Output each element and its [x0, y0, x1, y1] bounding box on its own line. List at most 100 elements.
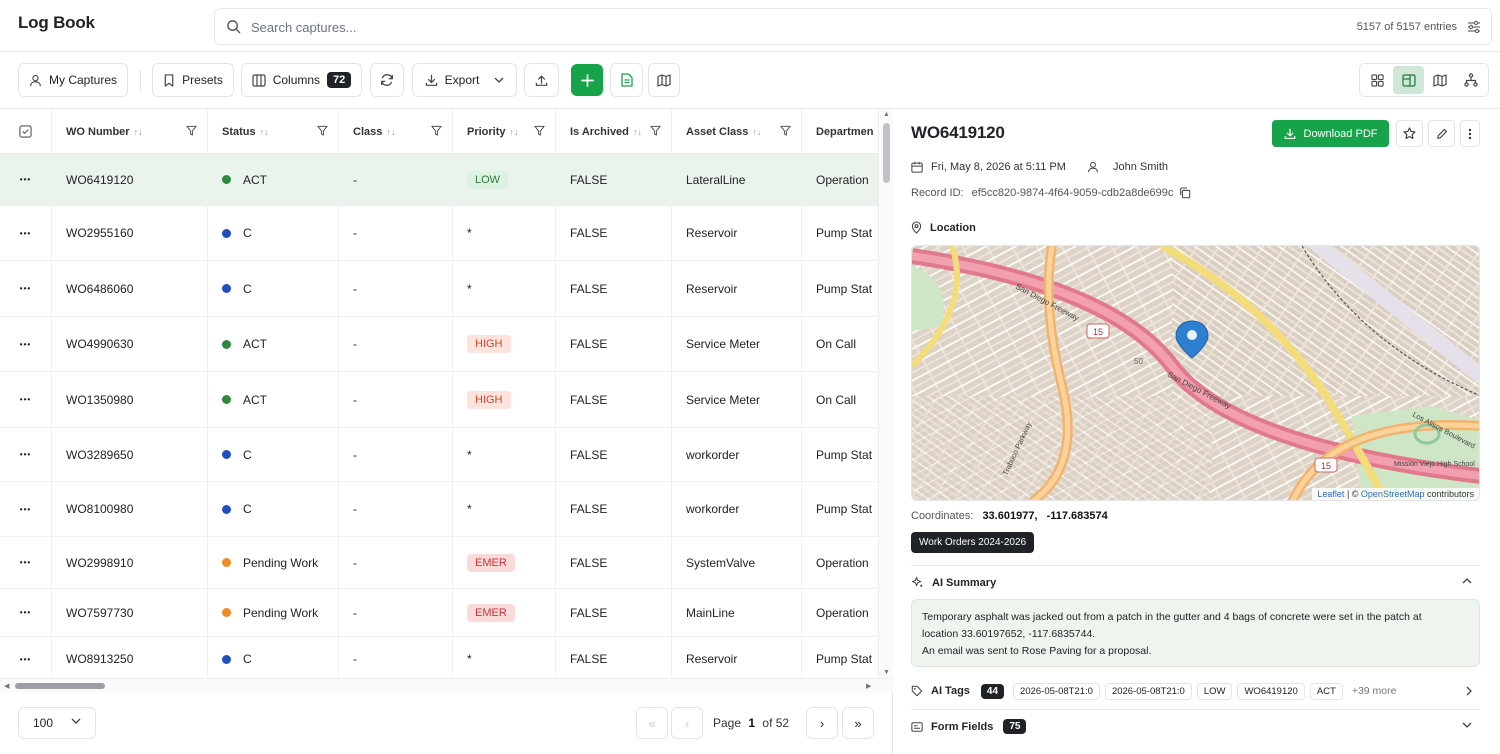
row-actions-button[interactable]: •••: [0, 589, 52, 636]
filter-settings-icon[interactable]: [1467, 20, 1481, 34]
refresh-button[interactable]: [370, 63, 404, 97]
chevron-up-icon[interactable]: [1462, 578, 1472, 584]
next-page-button[interactable]: ›: [806, 707, 838, 739]
page-size-select[interactable]: 100: [18, 707, 96, 739]
column-header-class[interactable]: Class ↑↓: [339, 109, 453, 154]
columns-button[interactable]: Columns 72: [241, 63, 362, 97]
scroll-up-arrow[interactable]: ▲: [883, 111, 890, 118]
horizontal-scrollbar[interactable]: ◀ ▶: [0, 678, 893, 692]
search-input[interactable]: [251, 16, 951, 38]
search-bar[interactable]: 5157 of 5157 entries: [214, 8, 1492, 45]
map-layout-button[interactable]: [1424, 66, 1455, 94]
sheet-view-button[interactable]: [610, 63, 643, 97]
status-dot-icon: [222, 608, 231, 617]
table-row[interactable]: ••• WO4990630 ACT - HIGH FALSE Service Meter On…: [0, 317, 878, 372]
form-fields-header[interactable]: Form Fields 75: [911, 719, 1480, 734]
cell-priority: *: [453, 206, 556, 260]
scroll-right-arrow[interactable]: ▶: [866, 682, 871, 690]
row-actions-button[interactable]: •••: [0, 637, 52, 678]
copy-icon[interactable]: [1179, 187, 1191, 199]
sort-icon[interactable]: ↑↓: [386, 127, 395, 137]
status-dot-icon: [222, 175, 231, 184]
sort-icon[interactable]: ↑↓: [752, 127, 761, 137]
filter-icon[interactable]: [534, 125, 545, 136]
leaflet-link[interactable]: Leaflet: [1317, 489, 1344, 499]
chevron-right-icon[interactable]: [1466, 686, 1472, 696]
table-row[interactable]: ••• WO6419120 ACT - LOW FALSE LateralLine Opera…: [0, 154, 878, 206]
table-row[interactable]: ••• WO1350980 ACT - HIGH FALSE Service Meter On…: [0, 372, 878, 428]
table-row[interactable]: ••• WO6486060 C - * FALSE Reservoir Pump Stat: [0, 261, 878, 317]
column-header-status[interactable]: Status ↑↓: [208, 109, 339, 154]
row-actions-button[interactable]: •••: [0, 482, 52, 536]
scroll-down-arrow[interactable]: ▼: [883, 669, 890, 676]
hierarchy-view-button[interactable]: [1455, 66, 1486, 94]
column-header-is-archived[interactable]: Is Archived ↑↓: [556, 109, 672, 154]
sort-icon[interactable]: ↑↓: [633, 127, 642, 137]
column-header-department[interactable]: Departmen: [802, 109, 878, 154]
map-view-button[interactable]: [648, 63, 680, 97]
table-row[interactable]: ••• WO7597730 Pending Work - EMER FALSE MainLi…: [0, 589, 878, 637]
record-user: John Smith: [1087, 161, 1168, 173]
chevron-down-icon[interactable]: [1462, 722, 1472, 728]
split-view-button[interactable]: [1393, 66, 1424, 94]
first-page-button[interactable]: «: [636, 707, 668, 739]
osm-link[interactable]: OpenStreetMap: [1361, 489, 1425, 499]
priority-badge: EMER: [467, 603, 515, 622]
table-row[interactable]: ••• WO3289650 C - * FALSE workorder Pump Stat: [0, 428, 878, 482]
my-captures-button[interactable]: My Captures: [18, 63, 128, 97]
ai-tags-row[interactable]: AI Tags 44 2026-05-08T21:0 2026-05-08T21…: [911, 682, 1480, 700]
grid-view-button[interactable]: [1362, 66, 1393, 94]
filter-icon[interactable]: [780, 125, 791, 136]
scroll-left-arrow[interactable]: ◀: [4, 682, 9, 690]
class-value: -: [353, 392, 357, 407]
row-actions-button[interactable]: •••: [0, 206, 52, 260]
table-row[interactable]: ••• WO8100980 C - * FALSE workorder Pump Stat: [0, 482, 878, 537]
location-map[interactable]: 15 15 50 San Diego Freeway San Diego Fre…: [911, 245, 1480, 501]
row-actions-button[interactable]: •••: [0, 537, 52, 588]
record-user-name: John Smith: [1113, 161, 1169, 173]
scroll-thumb[interactable]: [15, 683, 105, 689]
cell-asset-class: MainLine: [672, 589, 802, 636]
download-pdf-button[interactable]: Download PDF: [1272, 120, 1389, 147]
filter-icon[interactable]: [317, 125, 328, 136]
row-actions-button[interactable]: •••: [0, 372, 52, 427]
filter-icon[interactable]: [431, 125, 442, 136]
cell-wo-number: WO6486060: [52, 261, 208, 316]
ai-tags-more[interactable]: +39 more: [1352, 685, 1397, 697]
row-actions-button[interactable]: •••: [0, 428, 52, 481]
row-actions-button[interactable]: •••: [0, 261, 52, 316]
column-header-asset-class[interactable]: Asset Class ↑↓: [672, 109, 802, 154]
favorite-button[interactable]: [1396, 120, 1423, 147]
table-row[interactable]: ••• WO2955160 C - * FALSE Reservoir Pump Stat: [0, 206, 878, 261]
export-button[interactable]: Export: [412, 63, 517, 97]
last-page-button[interactable]: »: [842, 707, 874, 739]
filter-icon[interactable]: [650, 125, 661, 136]
column-header-wo-number[interactable]: WO Number ↑↓: [52, 109, 208, 154]
filter-icon[interactable]: [186, 125, 197, 136]
add-capture-button[interactable]: [571, 64, 603, 96]
cell-class: -: [339, 154, 453, 205]
row-actions-button[interactable]: •••: [0, 317, 52, 371]
column-label: Is Archived: [570, 125, 629, 138]
sort-icon[interactable]: ↑↓: [134, 127, 143, 137]
prev-page-button[interactable]: ‹: [671, 707, 703, 739]
row-actions-button[interactable]: •••: [0, 154, 52, 205]
archived-value: FALSE: [570, 502, 608, 516]
ai-summary-header[interactable]: AI Summary: [911, 576, 1480, 589]
sort-icon[interactable]: ↑↓: [260, 127, 269, 137]
scroll-thumb[interactable]: [883, 123, 890, 183]
sort-icon[interactable]: ↑↓: [510, 127, 519, 137]
upload-button[interactable]: [524, 63, 559, 97]
location-heading: Location: [911, 221, 976, 234]
more-options-button[interactable]: [1460, 120, 1480, 147]
table-row[interactable]: ••• WO2998910 Pending Work - EMER FALSE System…: [0, 537, 878, 589]
cell-department: Pump Stat: [802, 482, 878, 536]
ai-tag: 2026-05-08T21:0: [1013, 682, 1100, 700]
select-all-checkbox[interactable]: [0, 109, 52, 154]
presets-button[interactable]: Presets: [152, 63, 234, 97]
column-header-priority[interactable]: Priority ↑↓: [453, 109, 556, 154]
vertical-scrollbar[interactable]: ▲ ▼: [878, 109, 893, 678]
asset-class-value: Service Meter: [686, 392, 761, 407]
table-row[interactable]: ••• WO8913250 C - * FALSE Reservoir Pump Stat: [0, 637, 878, 678]
edit-button[interactable]: [1428, 120, 1455, 147]
